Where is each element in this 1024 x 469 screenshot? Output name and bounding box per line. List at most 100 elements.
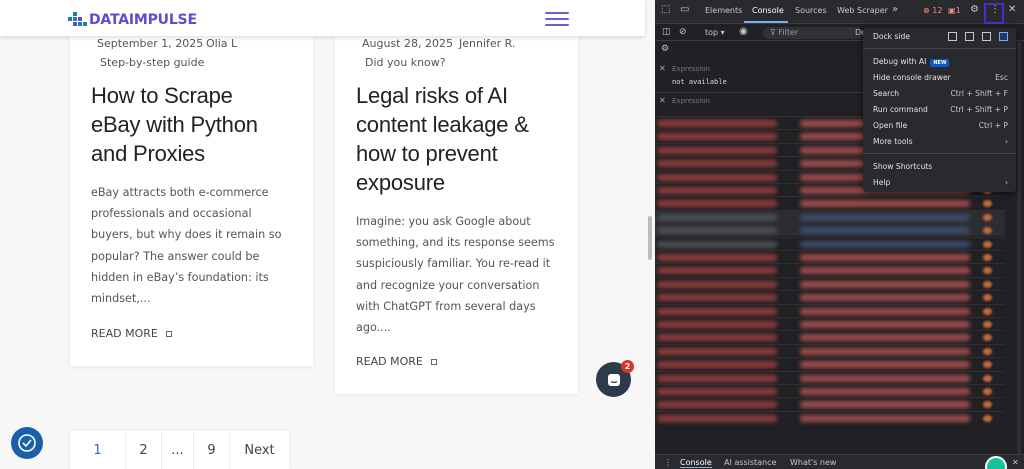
error-count[interactable]: ⊗ 12 — [923, 6, 942, 15]
logo-icon — [68, 11, 88, 29]
menu-item-run-command[interactable]: Run command Ctrl + Shift + P — [873, 105, 1008, 114]
close-drawer-icon[interactable]: ✕ — [1012, 458, 1019, 467]
page-1[interactable]: 1 — [70, 431, 126, 469]
sidebar-icon[interactable]: ◫ — [662, 27, 671, 37]
clear-console-icon[interactable]: ⊘ — [679, 27, 687, 37]
blurred-console-row — [655, 384, 1005, 397]
post-excerpt: Imagine: you ask Google about something, … — [356, 215, 555, 335]
menu-item-hide-console-drawer[interactable]: Hide console drawer Esc — [873, 73, 1008, 82]
context-select[interactable]: top ▾ — [705, 28, 725, 37]
page-2[interactable]: 2 — [126, 431, 162, 469]
dock-side-options[interactable] — [948, 32, 1008, 41]
console-scrollbar[interactable] — [1017, 40, 1021, 454]
post-title[interactable]: How to Scrape eBay with Python and Proxies — [91, 81, 258, 168]
active-tab-indicator — [744, 21, 788, 23]
webpage: DATAIMPULSE September 1, 2025 Olia L Ste… — [0, 0, 655, 469]
post-title[interactable]: Legal risks of AI content leakage & how to… — [356, 81, 529, 197]
next-page-button[interactable]: Next — [230, 431, 289, 469]
blurred-console-row — [655, 397, 1005, 410]
drawer-tab-bar: ⋮ Console AI assistance What's new ✕ — [655, 454, 1024, 469]
drawer-tab-ai-assistance[interactable]: AI assistance — [724, 458, 776, 467]
tab-elements[interactable]: Elements — [705, 6, 742, 15]
filter-input[interactable]: ⊽ Filter — [763, 27, 863, 39]
blurred-console-row — [655, 370, 1005, 384]
remove-expression-icon[interactable]: ✕ — [659, 64, 666, 73]
remove-expression-icon[interactable]: ✕ — [659, 96, 666, 105]
menu-item-more-tools[interactable]: More tools › — [873, 137, 1008, 146]
dock-bottom-icon — [982, 32, 991, 41]
dock-side-row: Dock side — [873, 32, 1008, 41]
blurred-console-row — [655, 223, 1005, 237]
drawer-tab-console[interactable]: Console — [680, 458, 712, 468]
expression-value: not available — [672, 78, 727, 86]
menu-item-open-file[interactable]: Open file Ctrl + P — [873, 121, 1008, 130]
live-expression: ✕ Expression — [655, 94, 865, 114]
highlight-box — [984, 3, 1004, 24]
chat-icon — [607, 373, 620, 386]
post-author[interactable]: Olia L — [206, 37, 237, 50]
post-author[interactable]: Jennifer R. — [459, 37, 515, 50]
blurred-console-row — [655, 330, 1005, 343]
page-ellipsis: ... — [162, 431, 194, 469]
devtools-menu: Dock side Debug with AI NEW Hide console … — [863, 28, 1016, 192]
blurred-console-row — [655, 276, 1005, 290]
blurred-console-row — [655, 250, 1005, 263]
drawer-menu-icon[interactable]: ⋮ — [664, 458, 672, 467]
accessibility-icon — [18, 434, 36, 452]
tab-sources[interactable]: Sources — [795, 6, 827, 15]
blurred-console-row — [655, 236, 1005, 250]
tab-web-scraper[interactable]: Web Scraper — [837, 6, 888, 15]
blurred-console-row — [655, 196, 1005, 209]
settings-icon[interactable]: ⚙ — [970, 4, 979, 15]
chat-button[interactable]: 2 — [596, 360, 634, 397]
menu-item-debug-ai[interactable]: Debug with AI NEW — [873, 57, 1008, 67]
pagination: 1 2 ... 9 Next — [70, 431, 289, 469]
site-logo[interactable]: DATAIMPULSE — [68, 11, 197, 29]
new-badge: NEW — [930, 59, 950, 67]
blurred-console-row — [655, 357, 1005, 370]
blurred-console-row — [655, 410, 1005, 424]
eye-icon[interactable]: ◉ — [739, 26, 748, 37]
arrow-icon — [430, 358, 437, 365]
undock-icon — [948, 32, 957, 41]
expression-label: Expression — [672, 97, 710, 105]
blurred-console-row — [655, 303, 1005, 317]
menu-icon[interactable] — [545, 12, 569, 26]
notification-badge: 2 — [621, 360, 634, 373]
arrow-icon — [165, 330, 172, 337]
page-scrollbar[interactable] — [648, 216, 652, 260]
dock-left-icon — [965, 32, 974, 41]
blurred-console-row — [655, 317, 1005, 330]
drawer-tab-whats-new[interactable]: What's new — [790, 458, 836, 467]
warning-count[interactable]: ▣1 — [948, 6, 961, 15]
site-header: DATAIMPULSE — [0, 0, 645, 36]
more-tabs-icon[interactable]: » — [892, 4, 898, 15]
blurred-console-row — [655, 209, 1005, 223]
post-card: August 28, 2025 Jennifer R. Did you know… — [335, 36, 578, 394]
accessibility-button[interactable] — [11, 427, 43, 459]
post-excerpt: eBay attracts both e-commerce professiona… — [91, 186, 282, 306]
post-category[interactable]: Did you know? — [365, 56, 446, 69]
read-more-link[interactable]: READ MORE — [356, 355, 437, 368]
read-more-link[interactable]: READ MORE — [91, 327, 172, 340]
post-category[interactable]: Step-by-step guide — [100, 56, 204, 69]
menu-item-search[interactable]: Search Ctrl + Shift + F — [873, 89, 1008, 98]
expression-label: Expression — [672, 65, 710, 73]
blurred-console-row — [655, 290, 1005, 303]
tab-console[interactable]: Console — [752, 6, 784, 15]
page-9[interactable]: 9 — [194, 431, 230, 469]
console-settings-icon[interactable]: ⚙ — [661, 44, 669, 54]
post-date: August 28, 2025 — [362, 37, 453, 50]
close-icon[interactable]: ✕ — [1008, 4, 1016, 15]
logo-text: DATAIMPULSE — [89, 12, 197, 28]
live-expression: ✕ Expression not available — [655, 61, 865, 93]
post-date: September 1, 2025 — [97, 37, 204, 50]
devtools-tab-bar: ⬚ ▭ Elements Console Sources Web Scraper… — [655, 0, 1024, 24]
inspect-icon[interactable]: ⬚ — [661, 4, 670, 15]
menu-item-help[interactable]: Help › — [873, 178, 1008, 187]
menu-item-show-shortcuts[interactable]: Show Shortcuts — [873, 162, 1008, 171]
device-toggle-icon[interactable]: ▭ — [680, 4, 689, 15]
dock-right-icon — [999, 32, 1008, 41]
blurred-console-row — [655, 343, 1005, 357]
blurred-console-row — [655, 263, 1005, 276]
